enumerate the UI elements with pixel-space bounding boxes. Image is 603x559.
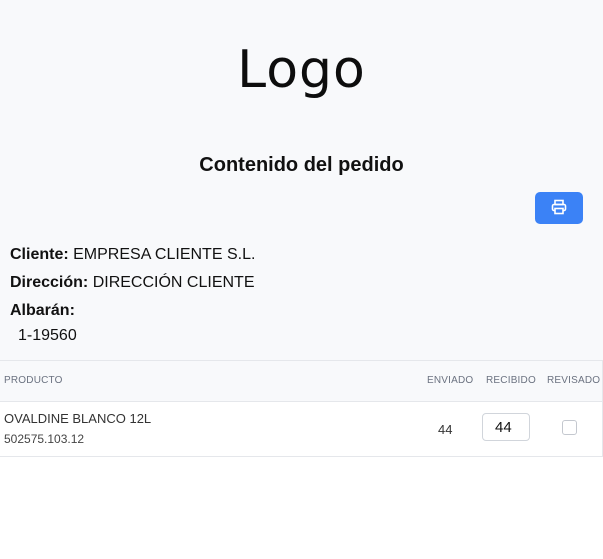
table-header: PRODUCTO ENVIADO RECIBIDO REVISADO [0,361,602,402]
col-header-enviado: ENVIADO [427,375,474,386]
enviado-value: 44 [438,422,453,437]
page-title: Contenido del pedido [199,154,404,176]
direccion-label: Dirección: [10,274,89,291]
cliente-line: Cliente: EMPRESA CLIENTE S.L. [10,246,255,264]
col-header-producto: PRODUCTO [4,375,63,386]
product-code: 502575.103.12 [4,432,85,446]
albaran-line: Albarán: [10,302,75,320]
recibido-input[interactable] [482,413,530,441]
cliente-value: EMPRESA CLIENTE S.L. [73,246,256,263]
print-button[interactable] [535,192,583,224]
logo: Logo [237,40,366,100]
direccion-value: DIRECCIÓN CLIENTE [92,274,255,291]
products-table: PRODUCTO ENVIADO RECIBIDO REVISADO OVALD… [0,360,603,457]
cliente-label: Cliente: [10,246,69,263]
direccion-line: Dirección: DIRECCIÓN CLIENTE [10,274,255,292]
revisado-checkbox[interactable] [562,420,577,435]
printer-icon [551,199,567,218]
product-name: OVALDINE BLANCO 12L [4,411,152,426]
albaran-value: 1-19560 [18,327,77,344]
col-header-revisado: REVISADO [547,375,601,386]
albaran-label: Albarán: [10,302,75,319]
col-header-recibido: RECIBIDO [486,375,536,386]
